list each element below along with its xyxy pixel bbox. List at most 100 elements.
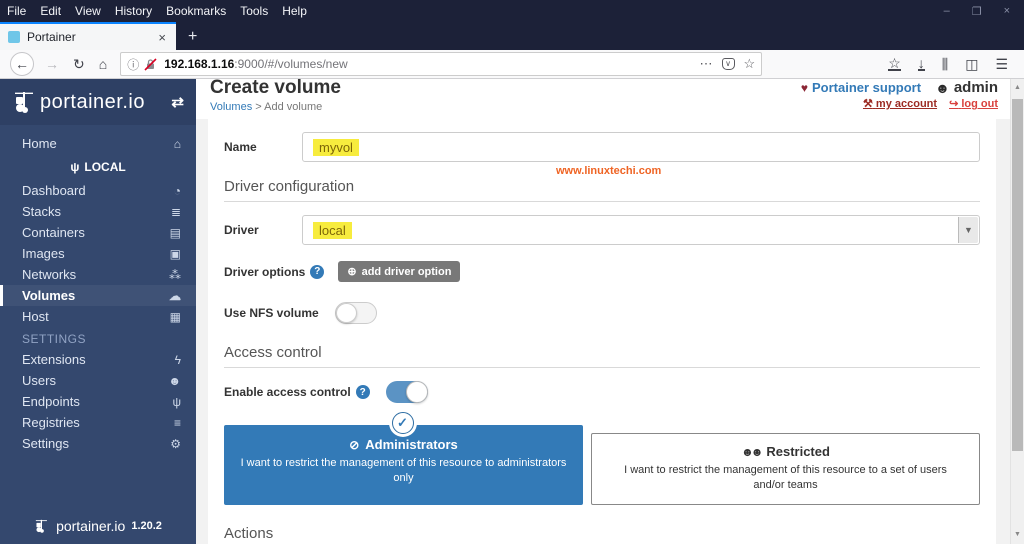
sidebar-endpoint-local[interactable]: ψ LOCAL: [0, 156, 196, 178]
driver-select[interactable]: local ▼: [302, 215, 980, 245]
minimize-icon[interactable]: –: [944, 5, 950, 17]
sidebar-item-users[interactable]: Users ☻: [0, 370, 196, 391]
access-control-toggle[interactable]: [385, 381, 428, 403]
sidebar-brand[interactable]: portainer.io: [40, 91, 145, 114]
help-icon[interactable]: ?: [310, 264, 325, 279]
tab-close-icon[interactable]: ×: [156, 30, 168, 45]
add-driver-option-button[interactable]: ⊕ add driver option: [338, 261, 461, 282]
tab-portainer[interactable]: Portainer ×: [0, 22, 176, 50]
page-actions-icon[interactable]: ⋯: [700, 56, 713, 72]
sidebar-item-settings[interactable]: Settings ⚙: [0, 433, 196, 454]
plug-icon: ψ: [70, 160, 80, 174]
actions-header: Actions: [224, 525, 980, 544]
sidebar-item-host[interactable]: Host ▦: [0, 306, 196, 327]
menu-view[interactable]: View: [68, 0, 108, 22]
users-icon: ☻☻: [741, 444, 763, 459]
sidebar-collapse-icon[interactable]: ⇄: [171, 93, 184, 111]
site-info-icon[interactable]: ⓘ: [127, 56, 139, 73]
sidebar-toggle-icon[interactable]: ◫: [965, 56, 978, 73]
bolt-icon: ϟ: [174, 352, 181, 367]
back-icon[interactable]: ←: [10, 52, 34, 76]
ownership-options: ✓ ⊘ Administrators I want to restrict th…: [224, 412, 980, 505]
gear-icon: ⚙: [170, 436, 181, 451]
sidebar-item-home[interactable]: Home ⌂: [0, 133, 196, 154]
sidebar-settings-header: SETTINGS: [22, 332, 87, 346]
pocket-icon[interactable]: ∨: [721, 58, 735, 70]
bookmark-star-icon[interactable]: ☆: [744, 56, 756, 72]
sidebar-item-stacks[interactable]: Stacks ≣: [0, 201, 196, 222]
check-circle-icon: ✓: [391, 412, 414, 434]
downloads-icon[interactable]: ↓: [917, 56, 925, 71]
menu-bookmarks[interactable]: Bookmarks: [159, 0, 233, 22]
users-icon: ☻: [168, 373, 181, 388]
library-icon[interactable]: ⫼: [942, 56, 948, 73]
enable-access-row: Enable access control ?: [224, 381, 980, 403]
sidebar-item-networks[interactable]: Networks ⁂: [0, 264, 196, 285]
chevron-down-icon[interactable]: ▼: [958, 217, 978, 243]
log-out-link[interactable]: ↪ log out: [949, 97, 998, 110]
close-icon[interactable]: ×: [1004, 5, 1010, 17]
url-text[interactable]: 192.168.1.16:9000/#/volumes/new: [164, 57, 699, 71]
ownership-administrators-option[interactable]: ✓ ⊘ Administrators I want to restrict th…: [224, 412, 583, 505]
sidebar-item-containers[interactable]: Containers ▤: [0, 222, 196, 243]
name-row: Name myvol: [224, 132, 980, 162]
help-icon[interactable]: ?: [355, 385, 370, 399]
browser-titlebar: File Edit View History Bookmarks Tools H…: [0, 0, 1024, 22]
sidebar-item-dashboard[interactable]: Dashboard ◔: [0, 180, 196, 201]
heart-icon: ♥: [800, 80, 808, 95]
create-volume-form: Name myvol www.linuxtechi.com Driver con…: [208, 119, 996, 544]
sidebar-item-registries[interactable]: Registries ≡: [0, 412, 196, 433]
wrench-icon: ⚒: [862, 98, 873, 110]
menu-tools[interactable]: Tools: [233, 0, 275, 22]
bookmarks-star-tray-icon[interactable]: ☆: [888, 56, 901, 71]
list-icon: ≣: [170, 204, 181, 219]
driver-row: Driver local ▼: [224, 215, 980, 245]
footer-version: 1.20.2: [131, 520, 162, 532]
sitemap-icon: ⁂: [169, 267, 181, 282]
plus-circle-icon: ⊕: [347, 266, 357, 278]
scrollbar-thumb[interactable]: [1012, 99, 1023, 451]
scroll-down-icon[interactable]: ▼: [1011, 528, 1024, 542]
driver-options-label: Driver options: [224, 264, 306, 279]
portainer-logo-icon: [35, 519, 47, 533]
sidebar-item-extensions[interactable]: Extensions ϟ: [0, 349, 196, 370]
page-header: Create volume Volumes > Add volume ♥ Por…: [196, 79, 1010, 119]
home-icon: ⌂: [173, 136, 181, 151]
menu-history[interactable]: History: [108, 0, 159, 22]
breadcrumb-volumes-link[interactable]: Volumes: [210, 101, 252, 113]
sidebar-logo-row: portainer.io ⇄: [0, 79, 196, 125]
home-icon[interactable]: ⌂: [92, 51, 114, 77]
forward-icon[interactable]: →: [38, 51, 66, 77]
reload-icon[interactable]: ↻: [66, 51, 92, 77]
hdd-icon: ☁: [169, 288, 181, 303]
user-circle-icon: ☻: [935, 79, 950, 96]
layers-icon: ▣: [169, 246, 181, 261]
page-scrollbar[interactable]: ▲ ▼: [1010, 79, 1024, 544]
portainer-support-link[interactable]: ♥ Portainer support: [801, 80, 921, 95]
name-input[interactable]: myvol: [302, 132, 980, 162]
sidebar-item-images[interactable]: Images ▣: [0, 243, 196, 264]
menu-file[interactable]: File: [0, 0, 33, 22]
portainer-sidebar: portainer.io ⇄ Home ⌂ ψ LOCAL Dashboard …: [0, 79, 196, 544]
driver-options-row: Driver options ? ⊕ add driver option: [224, 261, 980, 282]
nfs-toggle[interactable]: [334, 302, 377, 324]
new-tab-button[interactable]: +: [176, 24, 209, 50]
portainer-logo-icon: [15, 92, 33, 113]
user-menu[interactable]: ☻ admin: [935, 79, 998, 96]
insecure-padlock-icon: [144, 57, 157, 71]
driver-label: Driver: [224, 223, 259, 237]
ownership-restricted-option[interactable]: ☻☻ Restricted I want to restrict the man…: [591, 433, 980, 505]
hamburger-menu-icon[interactable]: ☰: [995, 56, 1008, 73]
scroll-up-icon[interactable]: ▲: [1011, 81, 1024, 95]
eye-slash-icon: ⊘: [349, 437, 360, 452]
my-account-link[interactable]: ⚒ my account: [863, 97, 937, 110]
url-bar[interactable]: ⓘ 192.168.1.16:9000/#/volumes/new ⋯ ∨ ☆: [120, 52, 763, 76]
browser-navbar: ← → ↻ ⌂ ⓘ 192.168.1.16:9000/#/volumes/ne…: [0, 50, 1024, 79]
menu-edit[interactable]: Edit: [33, 0, 68, 22]
sidebar-item-volumes[interactable]: Volumes ☁: [0, 285, 196, 306]
restore-icon[interactable]: ❐: [972, 5, 982, 18]
name-label: Name: [224, 140, 257, 154]
sidebar-item-endpoints[interactable]: Endpoints ψ: [0, 391, 196, 412]
watermark-text: www.linuxtechi.com: [556, 165, 662, 177]
menu-help[interactable]: Help: [275, 0, 314, 22]
